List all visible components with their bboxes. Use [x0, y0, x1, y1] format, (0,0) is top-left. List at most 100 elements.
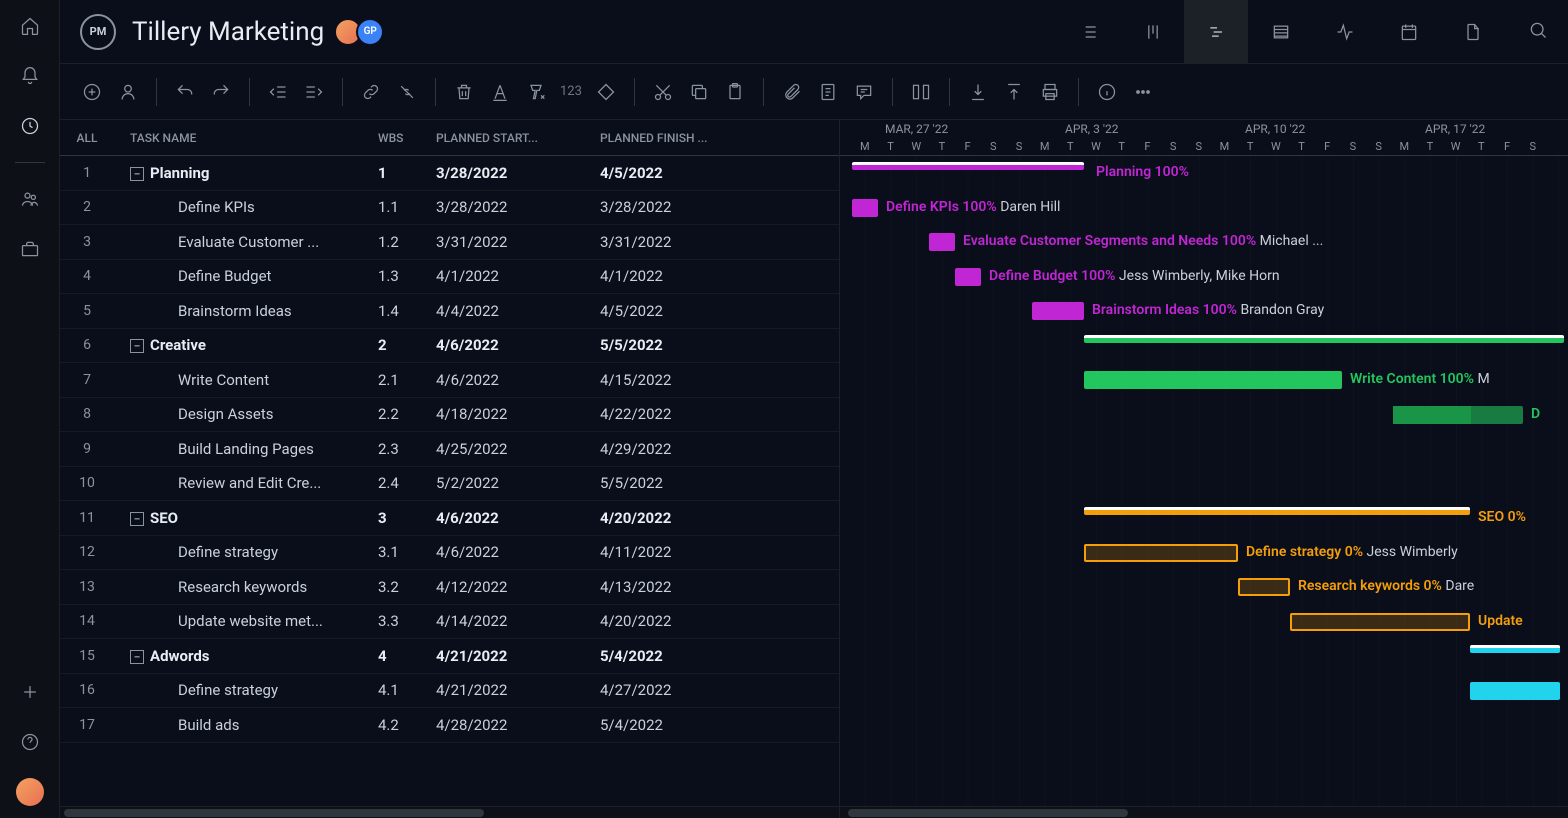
notes-icon[interactable]: [816, 80, 840, 104]
redo-icon[interactable]: [209, 80, 233, 104]
columns-icon[interactable]: [909, 80, 933, 104]
assign-icon[interactable]: [116, 80, 140, 104]
attach-icon[interactable]: [780, 80, 804, 104]
gantt-task-bar[interactable]: [1393, 406, 1523, 424]
col-header-name[interactable]: TASK NAME: [122, 131, 378, 145]
gantt-row[interactable]: Define KPIs 100% Daren Hill: [840, 191, 1568, 226]
gantt-task-bar[interactable]: [1032, 302, 1084, 320]
milestone-icon[interactable]: [594, 80, 618, 104]
gantt-task-bar[interactable]: [1084, 371, 1342, 389]
table-row[interactable]: 1−Planning13/28/20224/5/2022: [60, 156, 839, 191]
gantt-row[interactable]: Research keywords 0% Dare: [840, 570, 1568, 605]
grid-scrollbar[interactable]: [60, 806, 839, 818]
view-board-icon[interactable]: [1120, 0, 1184, 64]
app-logo[interactable]: PM: [80, 14, 116, 50]
view-activity-icon[interactable]: [1312, 0, 1376, 64]
gantt-task-bar[interactable]: [1238, 578, 1290, 596]
gantt-row[interactable]: [840, 432, 1568, 467]
collapse-icon[interactable]: −: [130, 512, 144, 526]
table-row[interactable]: 10Review and Edit Cre...2.45/2/20225/5/2…: [60, 467, 839, 502]
collapse-icon[interactable]: −: [130, 167, 144, 181]
gantt-row[interactable]: [840, 674, 1568, 709]
table-row[interactable]: 5Brainstorm Ideas1.44/4/20224/5/2022: [60, 294, 839, 329]
number-format-label[interactable]: 123: [560, 84, 582, 99]
user-avatar[interactable]: [16, 778, 44, 806]
indent-icon[interactable]: [302, 80, 326, 104]
cut-icon[interactable]: [651, 80, 675, 104]
col-header-all[interactable]: ALL: [60, 131, 114, 145]
gantt-row[interactable]: [840, 329, 1568, 364]
gantt-summary-bar[interactable]: [1470, 645, 1560, 653]
gantt-row[interactable]: Define Budget 100% Jess Wimberly, Mike H…: [840, 260, 1568, 295]
gantt-task-bar[interactable]: [852, 199, 878, 217]
more-icon[interactable]: [1131, 80, 1155, 104]
gantt-summary-bar[interactable]: [1084, 507, 1470, 515]
table-row[interactable]: 7Write Content2.14/6/20224/15/2022: [60, 363, 839, 398]
table-row[interactable]: 2Define KPIs1.13/28/20223/28/2022: [60, 191, 839, 226]
gantt-row[interactable]: Brainstorm Ideas 100% Brandon Gray: [840, 294, 1568, 329]
info-icon[interactable]: [1095, 80, 1119, 104]
gantt-row[interactable]: Update: [840, 605, 1568, 640]
view-sheet-icon[interactable]: [1248, 0, 1312, 64]
table-row[interactable]: 13Research keywords3.24/12/20224/13/2022: [60, 570, 839, 605]
clock-icon[interactable]: [16, 112, 44, 140]
table-row[interactable]: 14Update website met...3.34/14/20224/20/…: [60, 605, 839, 640]
gantt-timeline-header[interactable]: MAR, 27 '22APR, 3 '22APR, 10 '22APR, 17 …: [840, 120, 1568, 156]
member-avatars[interactable]: GP: [340, 18, 384, 46]
gantt-task-bar[interactable]: [1084, 544, 1238, 562]
gantt-task-bar[interactable]: [955, 268, 981, 286]
outdent-icon[interactable]: [266, 80, 290, 104]
table-row[interactable]: 15−Adwords44/21/20225/4/2022: [60, 639, 839, 674]
paste-icon[interactable]: [723, 80, 747, 104]
col-header-finish[interactable]: PLANNED FINISH ...: [600, 131, 764, 145]
table-row[interactable]: 4Define Budget1.34/1/20224/1/2022: [60, 260, 839, 295]
gantt-task-bar[interactable]: [1290, 613, 1470, 631]
export-icon[interactable]: [1002, 80, 1026, 104]
comment-icon[interactable]: [852, 80, 876, 104]
gantt-task-bar[interactable]: [1470, 682, 1560, 700]
gantt-summary-bar[interactable]: [1084, 335, 1564, 343]
table-row[interactable]: 11−SEO34/6/20224/20/2022: [60, 501, 839, 536]
collapse-icon[interactable]: −: [130, 339, 144, 353]
view-calendar-icon[interactable]: [1376, 0, 1440, 64]
gantt-scrollbar[interactable]: [840, 806, 1568, 818]
table-row[interactable]: 12Define strategy3.14/6/20224/11/2022: [60, 536, 839, 571]
table-row[interactable]: 3Evaluate Customer ...1.23/31/20223/31/2…: [60, 225, 839, 260]
print-icon[interactable]: [1038, 80, 1062, 104]
delete-icon[interactable]: [452, 80, 476, 104]
col-header-start[interactable]: PLANNED START...: [436, 131, 600, 145]
gantt-row[interactable]: Define strategy 0% Jess Wimberly: [840, 536, 1568, 571]
import-icon[interactable]: [966, 80, 990, 104]
gantt-row[interactable]: Write Content 100% M: [840, 363, 1568, 398]
table-row[interactable]: 6−Creative24/6/20225/5/2022: [60, 329, 839, 364]
table-row[interactable]: 16Define strategy4.14/21/20224/27/2022: [60, 674, 839, 709]
unlink-icon[interactable]: [395, 80, 419, 104]
gantt-row[interactable]: [840, 639, 1568, 674]
gantt-row[interactable]: SEO 0%: [840, 501, 1568, 536]
undo-icon[interactable]: [173, 80, 197, 104]
text-format-icon[interactable]: [488, 80, 512, 104]
link-icon[interactable]: [359, 80, 383, 104]
team-icon[interactable]: [16, 185, 44, 213]
briefcase-icon[interactable]: [16, 235, 44, 263]
gantt-row[interactable]: [840, 467, 1568, 502]
gantt-task-bar[interactable]: [929, 233, 955, 251]
view-file-icon[interactable]: [1440, 0, 1504, 64]
view-gantt-icon[interactable]: [1184, 0, 1248, 64]
table-row[interactable]: 9Build Landing Pages2.34/25/20224/29/202…: [60, 432, 839, 467]
gantt-row[interactable]: [840, 708, 1568, 743]
gantt-summary-bar[interactable]: [852, 162, 1084, 170]
gantt-row[interactable]: D: [840, 398, 1568, 433]
help-icon[interactable]: [16, 728, 44, 756]
search-icon[interactable]: [1528, 20, 1548, 44]
view-list-icon[interactable]: [1056, 0, 1120, 64]
plus-icon[interactable]: [16, 678, 44, 706]
table-row[interactable]: 17Build ads4.24/28/20225/4/2022: [60, 708, 839, 743]
add-task-icon[interactable]: [80, 80, 104, 104]
copy-icon[interactable]: [687, 80, 711, 104]
home-icon[interactable]: [16, 12, 44, 40]
col-header-wbs[interactable]: WBS: [378, 131, 436, 145]
gantt-row[interactable]: Evaluate Customer Segments and Needs 100…: [840, 225, 1568, 260]
gantt-row[interactable]: Planning 100%: [840, 156, 1568, 191]
clear-format-icon[interactable]: [524, 80, 548, 104]
